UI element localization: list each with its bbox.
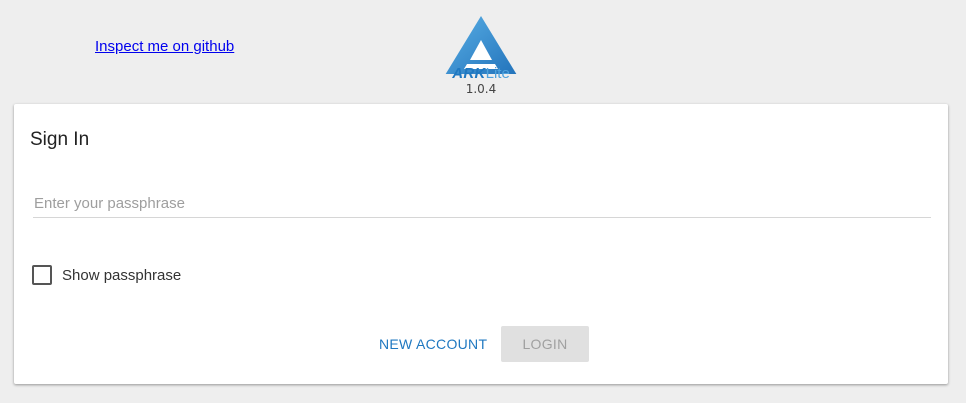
login-button[interactable]: LOGIN <box>501 326 589 362</box>
logo-lite-text: Lite <box>485 65 510 82</box>
new-account-button[interactable]: NEW ACCOUNT <box>371 326 495 362</box>
app-version: 1.0.4 <box>465 82 497 96</box>
app-page: Inspect me on github ARKLite 1.0.4 Sign … <box>0 0 966 403</box>
show-passphrase-label: Show passphrase <box>62 266 182 284</box>
show-passphrase-toggle[interactable]: Show passphrase <box>32 264 181 286</box>
signin-title: Sign In <box>30 129 90 150</box>
logo-ark-text: ARK <box>452 65 486 82</box>
show-passphrase-checkbox[interactable] <box>32 265 52 285</box>
signin-card: Sign In Show passphrase NEW ACCOUNT LOGI… <box>14 104 948 384</box>
github-link[interactable]: Inspect me on github <box>95 38 234 55</box>
logo-wordmark: ARKLite <box>440 66 522 82</box>
passphrase-input[interactable] <box>33 190 931 218</box>
